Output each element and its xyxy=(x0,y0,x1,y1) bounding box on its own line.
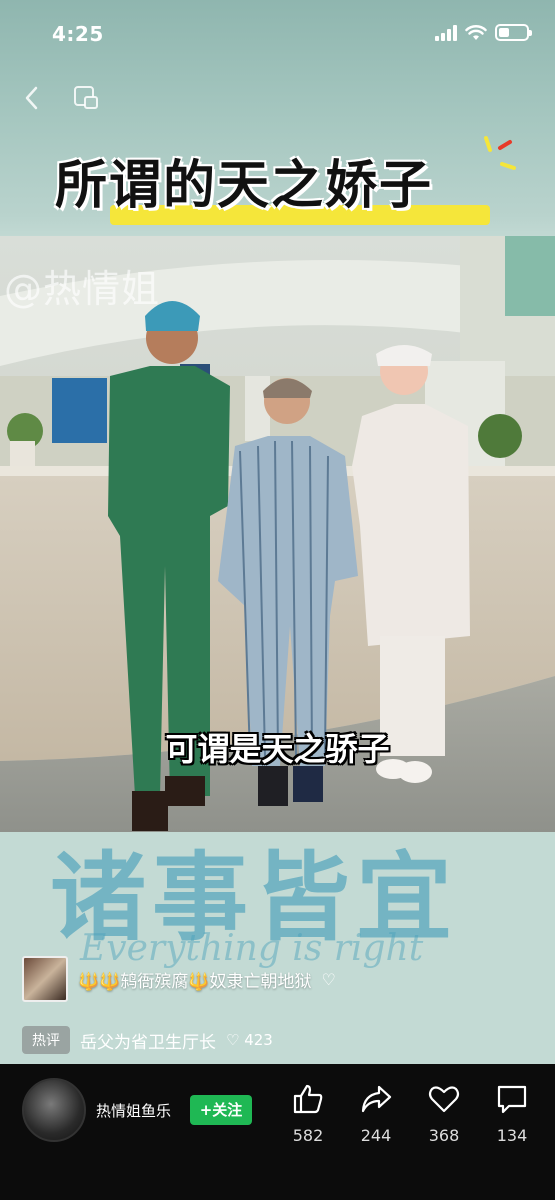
status-icons xyxy=(435,24,532,41)
danmu-comment[interactable]: 🔱🔱鸫衙殡腐🔱奴隶亡朝地狱 ♡ xyxy=(22,956,336,1002)
author-avatar[interactable] xyxy=(22,1078,86,1142)
commenter-avatar xyxy=(22,956,68,1002)
danmu-text: 🔱🔱鸫衙殡腐🔱奴隶亡朝地狱 xyxy=(78,971,312,992)
back-icon[interactable] xyxy=(18,82,46,114)
thumbs-up-icon xyxy=(293,1084,323,1114)
comment-button[interactable]: 134 xyxy=(487,1082,537,1145)
share-icon xyxy=(361,1085,392,1113)
signal-icon xyxy=(435,24,457,41)
share-count: 244 xyxy=(360,1126,392,1145)
heart-icon[interactable]: ♡ xyxy=(322,970,336,989)
wifi-icon xyxy=(465,24,487,40)
follow-button[interactable]: +关注 xyxy=(190,1095,252,1125)
video-title: 所谓的天之娇子 xyxy=(55,156,434,216)
share-button[interactable]: 244 xyxy=(351,1082,401,1145)
floating-window-icon[interactable] xyxy=(72,84,100,112)
sparkle-icon xyxy=(484,136,516,170)
hot-comment[interactable]: 热评 岳父为省卫生厅长 ♡ 423 xyxy=(22,1026,273,1054)
comment-count: 134 xyxy=(496,1126,528,1145)
status-bar: 4:25 xyxy=(0,0,555,70)
hot-comment-badge: 热评 xyxy=(22,1026,70,1054)
author-name[interactable]: 热情姐鱼乐 xyxy=(96,1100,171,1121)
battery-icon xyxy=(495,24,532,41)
comment-icon xyxy=(497,1085,527,1114)
hot-comment-like-count: 423 xyxy=(244,1031,273,1049)
video-subtitle: 可谓是天之骄子 xyxy=(165,730,390,768)
like-count: 582 xyxy=(292,1126,324,1145)
status-time: 4:25 xyxy=(52,22,104,46)
bottom-action-bar xyxy=(0,1064,555,1200)
favorite-button[interactable]: 368 xyxy=(419,1082,469,1145)
video-watermark: @热情姐 xyxy=(4,267,161,311)
hot-comment-likes: ♡ 423 xyxy=(226,1031,273,1049)
hot-comment-text: 岳父为省卫生厅长 xyxy=(80,1032,216,1053)
heart-icon xyxy=(428,1086,460,1113)
heart-icon: ♡ xyxy=(226,1031,245,1049)
favorite-count: 368 xyxy=(428,1126,460,1145)
like-button[interactable]: 582 xyxy=(283,1082,333,1145)
